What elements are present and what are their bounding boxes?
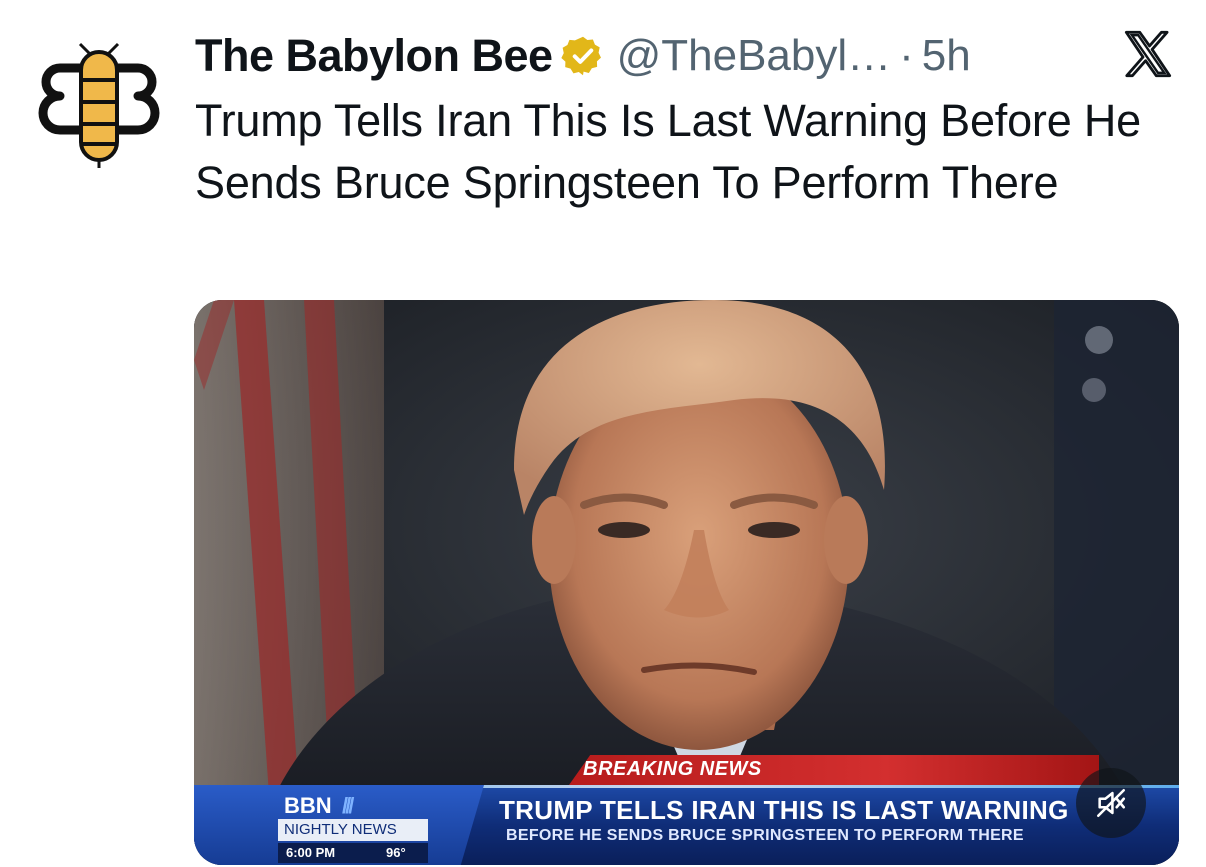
handle[interactable]: @TheBabyl… xyxy=(617,31,892,81)
temperature-label: 96° xyxy=(386,845,406,860)
separator: · xyxy=(899,31,914,80)
x-logo-icon[interactable] xyxy=(1122,28,1174,80)
program-label: NIGHTLY NEWS xyxy=(284,821,397,838)
babylon-bee-logo xyxy=(38,42,160,168)
muted-speaker-icon xyxy=(1096,788,1126,818)
chyron-subheadline: BEFORE HE SENDS BRUCE SPRINGSTEEN TO PER… xyxy=(506,827,1024,844)
news-chyron: BREAKING NEWS BBN /// NIGHTLY NEWS 6:00 … xyxy=(194,755,1179,865)
program-box: NIGHTLY NEWS xyxy=(278,819,428,841)
clock-bar: 6:00 PM 96° xyxy=(278,843,428,863)
network-label: BBN xyxy=(284,793,332,818)
media-image[interactable]: BREAKING NEWS BBN /// NIGHTLY NEWS 6:00 … xyxy=(194,300,1179,865)
breaking-news-banner: BREAKING NEWS xyxy=(569,755,1099,785)
verified-badge-icon xyxy=(560,36,601,76)
avatar[interactable] xyxy=(34,40,164,170)
clock-label: 6:00 PM xyxy=(286,845,336,860)
network-slashes: /// xyxy=(342,793,354,818)
tweet-header: The Babylon Bee @TheBabyl… · 5h xyxy=(195,28,971,84)
chyron-headline: TRUMP TELLS IRAN THIS IS LAST WARNING xyxy=(499,795,1069,825)
display-name[interactable]: The Babylon Bee xyxy=(195,30,553,82)
mute-button[interactable] xyxy=(1076,768,1146,838)
breaking-news-label: BREAKING NEWS xyxy=(583,758,762,780)
tweet-text: Trump Tells Iran This Is Last Warning Be… xyxy=(195,95,1141,208)
timestamp[interactable]: 5h xyxy=(922,31,971,81)
